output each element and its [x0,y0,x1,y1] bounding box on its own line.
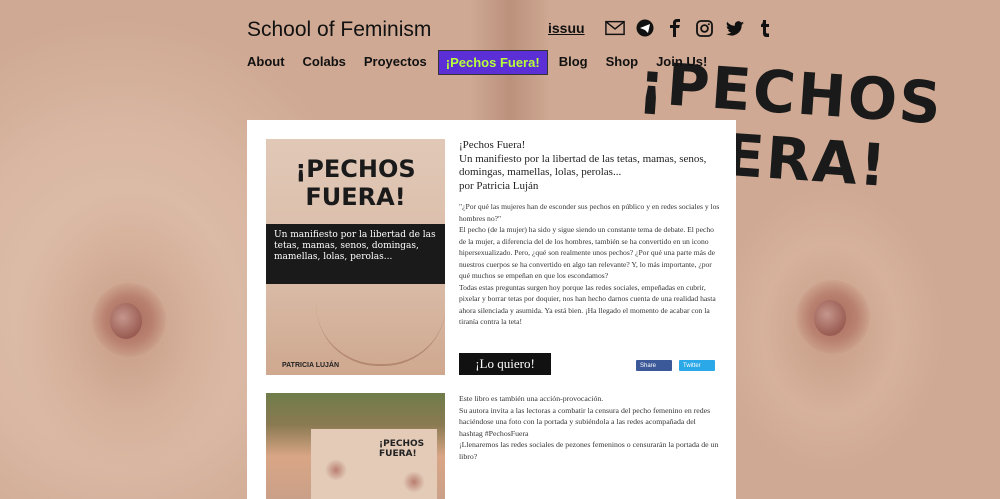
facebook-share-button[interactable]: Share [636,360,672,371]
photo-book-cover: ¡PECHOS FUERA! [311,429,437,499]
photo-book-title: ¡PECHOS FUERA! [379,439,424,459]
nav-about[interactable]: About [247,50,292,75]
cover-title-line-1: ¡PECHOS [295,155,416,183]
instagram-icon[interactable] [695,18,715,38]
book-cover-image: ¡PECHOS FUERA! Un manifiesto por la libe… [266,139,445,375]
campaign-line-1: Este libro es también una acción-provoca… [459,394,604,403]
right-nipple [814,300,846,336]
nav-colabs[interactable]: Colabs [296,50,353,75]
nav-pechos-fuera[interactable]: ¡Pechos Fuera! [437,50,548,75]
buy-button[interactable]: ¡Lo quiero! [459,353,551,375]
left-nipple [110,303,142,339]
cover-title: ¡PECHOS FUERA! [266,155,445,211]
nav-blog[interactable]: Blog [552,50,595,75]
nav-proyectos[interactable]: Proyectos [357,50,434,75]
issuu-link[interactable]: issuu [548,20,585,36]
cover-author: PATRICIA LUJÁN [282,362,340,369]
tumblr-icon[interactable] [755,18,775,38]
book-author: por Patricia Luján [459,179,539,192]
nav-shop[interactable]: Shop [599,50,646,75]
cover-title-line-2: FUERA! [305,183,406,211]
photo-book-title-1: ¡PECHOS [379,439,425,449]
social-links: issuu [548,18,775,38]
book-subtitle: Un manifiesto por la libertad de las tet… [459,152,707,179]
book-quote: "¿Por qué las mujeres han de esconder su… [459,201,721,328]
content-card: ¡PECHOS FUERA! Un manifiesto por la libe… [247,120,736,499]
quote-text: "¿Por qué las mujeres han de esconder su… [459,202,720,223]
twitter-icon[interactable] [725,18,745,38]
cover-subtitle: Un manifiesto por la libertad de las tet… [266,224,445,284]
mail-icon[interactable] [604,18,625,38]
book-description: ¡Pechos Fuera! Un manifiesto por la libe… [459,139,721,328]
facebook-icon[interactable] [665,18,685,38]
twitter-share-button[interactable]: Twitter [679,360,715,371]
nav-join-us[interactable]: Join Us! [649,50,714,75]
para-1: El pecho (de la mujer) ha sido y sigue s… [459,225,715,280]
site-title[interactable]: School of Feminism [247,18,431,42]
campaign-text: Este libro es también una acción-provoca… [459,393,721,462]
campaign-photo: ¡PECHOS FUERA! [266,393,445,499]
cover-breast-shape [316,304,445,366]
photo-areola-right [403,471,425,493]
main-nav: About Colabs Proyectos ¡Pechos Fuera! Bl… [247,50,718,75]
para-2: Todas estas preguntas surgen hoy porque … [459,282,716,327]
campaign-line-3: ¡Llenaremos las redes sociales de pezone… [459,440,719,461]
share-label: Share [640,362,657,369]
campaign-line-2: Su autora invita a las lectoras a combat… [459,405,711,438]
photo-book-title-2: FUERA! [379,449,417,459]
tweet-label: Twitter [683,362,701,369]
book-title: ¡Pechos Fuera! [459,139,526,151]
photo-areola-left [325,459,347,481]
telegram-icon[interactable] [635,18,655,38]
